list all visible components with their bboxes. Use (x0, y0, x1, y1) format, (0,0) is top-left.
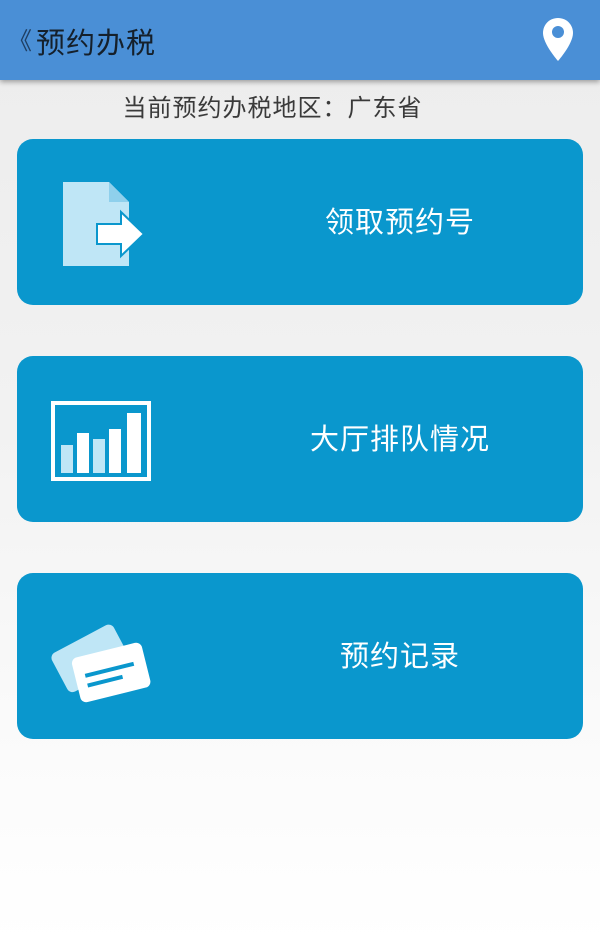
hall-queue-status-button[interactable]: 大厅排队情况 (17, 356, 583, 522)
get-appointment-number-label: 领取预约号 (324, 205, 475, 239)
cards-icon (47, 606, 157, 706)
chevron-left-icon: 《 (8, 27, 32, 55)
hall-queue-status-label: 大厅排队情况 (309, 422, 490, 456)
app-bar: 《 预约办税 (0, 0, 600, 80)
get-appointment-number-button[interactable]: 领取预约号 (17, 139, 583, 305)
document-export-icon (47, 172, 157, 272)
back-button[interactable]: 《 预约办税 (8, 18, 156, 64)
location-button[interactable] (540, 16, 576, 64)
appointment-records-button[interactable]: 预约记录 (17, 573, 583, 739)
current-region-text: 当前预约办税地区：广东省 (122, 94, 423, 122)
map-pin-icon (543, 18, 573, 61)
bar-chart-icon (47, 389, 157, 489)
page-title: 预约办税 (36, 26, 157, 60)
appointment-records-label: 预约记录 (339, 639, 460, 673)
